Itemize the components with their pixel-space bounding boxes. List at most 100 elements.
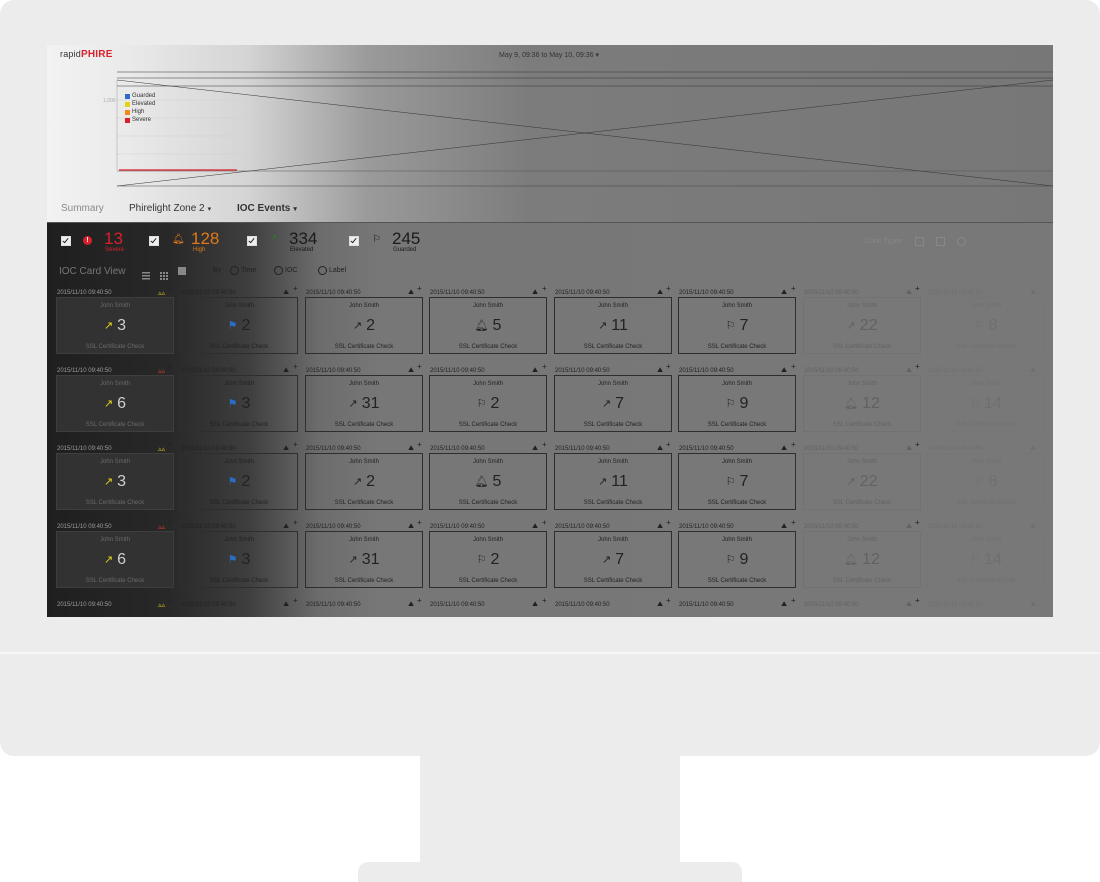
ioc-card[interactable]: John Smith ↗ 31 SSL Certificate Check	[305, 531, 423, 588]
guarded-filter-checkbox[interactable]	[349, 236, 359, 246]
ioc-card[interactable]: John Smith ↗ 7 SSL Certificate Check	[554, 375, 672, 432]
threat-level-icon: ⛰	[781, 523, 787, 530]
ioc-card[interactable]: John Smith ⚐ 7 SSL Certificate Check	[678, 297, 796, 354]
bell-icon: 🔔︎	[474, 476, 489, 488]
arrow-up-right-icon: ↗	[352, 320, 363, 332]
sort-ioc-radio[interactable]	[274, 266, 283, 275]
card-timestamp: 2015/11/10 09:40:50	[181, 368, 236, 374]
ioc-card[interactable]: John Smith ⚑ 2 SSL Certificate Check	[180, 453, 298, 510]
card-check-type: SSL Certificate Check	[832, 344, 892, 350]
plus-icon: +	[168, 362, 173, 371]
ioc-card[interactable]: John Smith ⚐ 2 SSL Certificate Check	[429, 531, 547, 588]
ioc-card[interactable]: John Smith ↗ 22 SSL Certificate Check	[803, 297, 921, 354]
threat-level-icon: ⛰	[283, 367, 289, 374]
arrow-up-right-icon: ↗	[352, 476, 363, 488]
ioc-card[interactable]: John Smith ⚐ 8 SSL Certificate Check	[927, 297, 1045, 354]
threat-level-icon: ⛰	[1030, 367, 1036, 374]
ioc-card[interactable]: John Smith ↗ 11 SSL Certificate Check	[554, 453, 672, 510]
card-check-type: SSL Certificate Check	[458, 422, 518, 428]
ioc-card[interactable]: John Smith ↗ 6 SSL Certificate Check	[56, 375, 174, 432]
conn-type-toggle[interactable]	[915, 237, 924, 246]
card-count: 🔔︎ 5	[474, 473, 502, 490]
card-check-type: SSL Certificate Check	[209, 578, 269, 584]
elevated-label: Elevated	[290, 247, 314, 253]
plus-icon: +	[417, 596, 422, 605]
arrow-up-right-icon: ↗	[269, 233, 278, 244]
card-check-type: SSL Certificate Check	[458, 344, 518, 350]
elevated-filter-checkbox[interactable]	[247, 236, 257, 246]
grid-view-icon[interactable]	[160, 267, 168, 280]
card-timestamp: 2015/11/10 09:40:50	[430, 368, 485, 374]
ioc-card[interactable]: John Smith ⚑ 2 SSL Certificate Check	[180, 297, 298, 354]
threat-level-icon: ⛰	[1030, 445, 1036, 452]
ioc-card[interactable]: John Smith ⚐ 9 SSL Certificate Check	[678, 375, 796, 432]
threat-level-icon: ▵▵	[157, 524, 165, 531]
ioc-card[interactable]: John Smith ↗ 7 SSL Certificate Check	[554, 531, 672, 588]
ioc-card[interactable]: John Smith ↗ 3 SSL Certificate Check	[56, 453, 174, 510]
ioc-card[interactable]: John Smith ↗ 22 SSL Certificate Check	[803, 453, 921, 510]
plus-icon: +	[915, 596, 920, 605]
ioc-card[interactable]: John Smith ⚐ 8 SSL Certificate Check	[927, 453, 1045, 510]
ioc-card[interactable]: John Smith 🔔︎ 12 SSL Certificate Check	[803, 531, 921, 588]
list-view-icon[interactable]	[142, 267, 150, 280]
flag-icon: ⚐	[725, 554, 736, 566]
threat-level-icon: ⛰	[532, 367, 538, 374]
card-check-type: SSL Certificate Check	[209, 344, 269, 350]
ioc-card[interactable]: John Smith ⚐ 14 SSL Certificate Check	[927, 531, 1045, 588]
tab-ioc-events[interactable]: IOC Events ▾	[237, 203, 297, 214]
card-check-type: SSL Certificate Check	[583, 500, 643, 506]
plus-icon: +	[666, 284, 671, 293]
conn-type-toggle[interactable]	[936, 237, 945, 246]
card-header: 2015/11/10 09:40:50 ▵▵	[47, 600, 171, 610]
legend-item-high[interactable]: High	[125, 108, 155, 116]
ioc-card[interactable]: John Smith ⚑ 3 SSL Certificate Check	[180, 375, 298, 432]
tab-zone-select[interactable]: Phirelight Zone 2 ▾	[129, 203, 211, 214]
card-user: John Smith	[597, 303, 628, 309]
conn-type-toggle[interactable]	[957, 237, 966, 246]
alert-icon: !	[83, 236, 92, 245]
card-timestamp: 2015/11/10 09:40:50	[679, 368, 734, 374]
card-user: John Smith	[472, 303, 503, 309]
card-view-icon[interactable]	[178, 267, 186, 275]
ioc-card[interactable]: John Smith 🔔︎ 5 SSL Certificate Check	[429, 297, 547, 354]
ioc-card[interactable]: John Smith ⚐ 9 SSL Certificate Check	[678, 531, 796, 588]
sort-label-radio[interactable]	[318, 266, 327, 275]
ioc-card[interactable]: John Smith ↗ 2 SSL Certificate Check	[305, 453, 423, 510]
card-count: ↗ 22	[846, 473, 878, 490]
legend-item-elevated[interactable]: Elevated	[125, 100, 155, 108]
card-count: ⚐ 7	[725, 317, 749, 334]
card-timestamp: 2015/11/10 09:40:50	[804, 524, 859, 530]
severe-filter-checkbox[interactable]	[61, 236, 71, 246]
bell-icon: 🔔︎	[172, 234, 185, 245]
guarded-count: 245	[392, 229, 421, 248]
bell-icon: 🔔︎	[474, 320, 489, 332]
card-user: John Smith	[472, 459, 503, 465]
ioc-card[interactable]: John Smith ↗ 6 SSL Certificate Check	[56, 531, 174, 588]
legend-swatch	[125, 109, 130, 115]
sort-time-radio[interactable]	[230, 266, 239, 275]
ioc-card[interactable]: John Smith ⚐ 2 SSL Certificate Check	[429, 375, 547, 432]
ioc-card[interactable]: John Smith ⚐ 14 SSL Certificate Check	[927, 375, 1045, 432]
legend-item-severe[interactable]: Severe	[125, 116, 155, 124]
flag-icon: ⚐	[725, 320, 736, 332]
plus-icon: +	[293, 284, 298, 293]
ioc-card[interactable]: John Smith ⚑ 3 SSL Certificate Check	[180, 531, 298, 588]
high-filter-checkbox[interactable]	[149, 236, 159, 246]
tab-summary[interactable]: Summary	[61, 203, 104, 214]
plus-icon: +	[666, 596, 671, 605]
ioc-card[interactable]: John Smith 🔔︎ 5 SSL Certificate Check	[429, 453, 547, 510]
legend-item-guarded[interactable]: Guarded	[125, 92, 155, 100]
ioc-card[interactable]: John Smith ⚐ 7 SSL Certificate Check	[678, 453, 796, 510]
threat-level-icon: ⛰	[657, 523, 663, 530]
plus-icon: +	[791, 440, 796, 449]
sort-label-label: Label	[329, 267, 347, 274]
card-header: +2015/11/10 09:40:50 ⛰	[791, 596, 918, 610]
conn-types-label: Conn Types	[865, 238, 903, 245]
ioc-card[interactable]: John Smith ↗ 3 SSL Certificate Check	[56, 297, 174, 354]
card-check-type: SSL Certificate Check	[956, 422, 1016, 428]
ioc-card[interactable]: John Smith ↗ 11 SSL Certificate Check	[554, 297, 672, 354]
ioc-card[interactable]: John Smith ↗ 2 SSL Certificate Check	[305, 297, 423, 354]
ioc-card[interactable]: John Smith 🔔︎ 12 SSL Certificate Check	[803, 375, 921, 432]
ioc-card[interactable]: John Smith ↗ 31 SSL Certificate Check	[305, 375, 423, 432]
card-count: ⚐ 7	[725, 473, 749, 490]
